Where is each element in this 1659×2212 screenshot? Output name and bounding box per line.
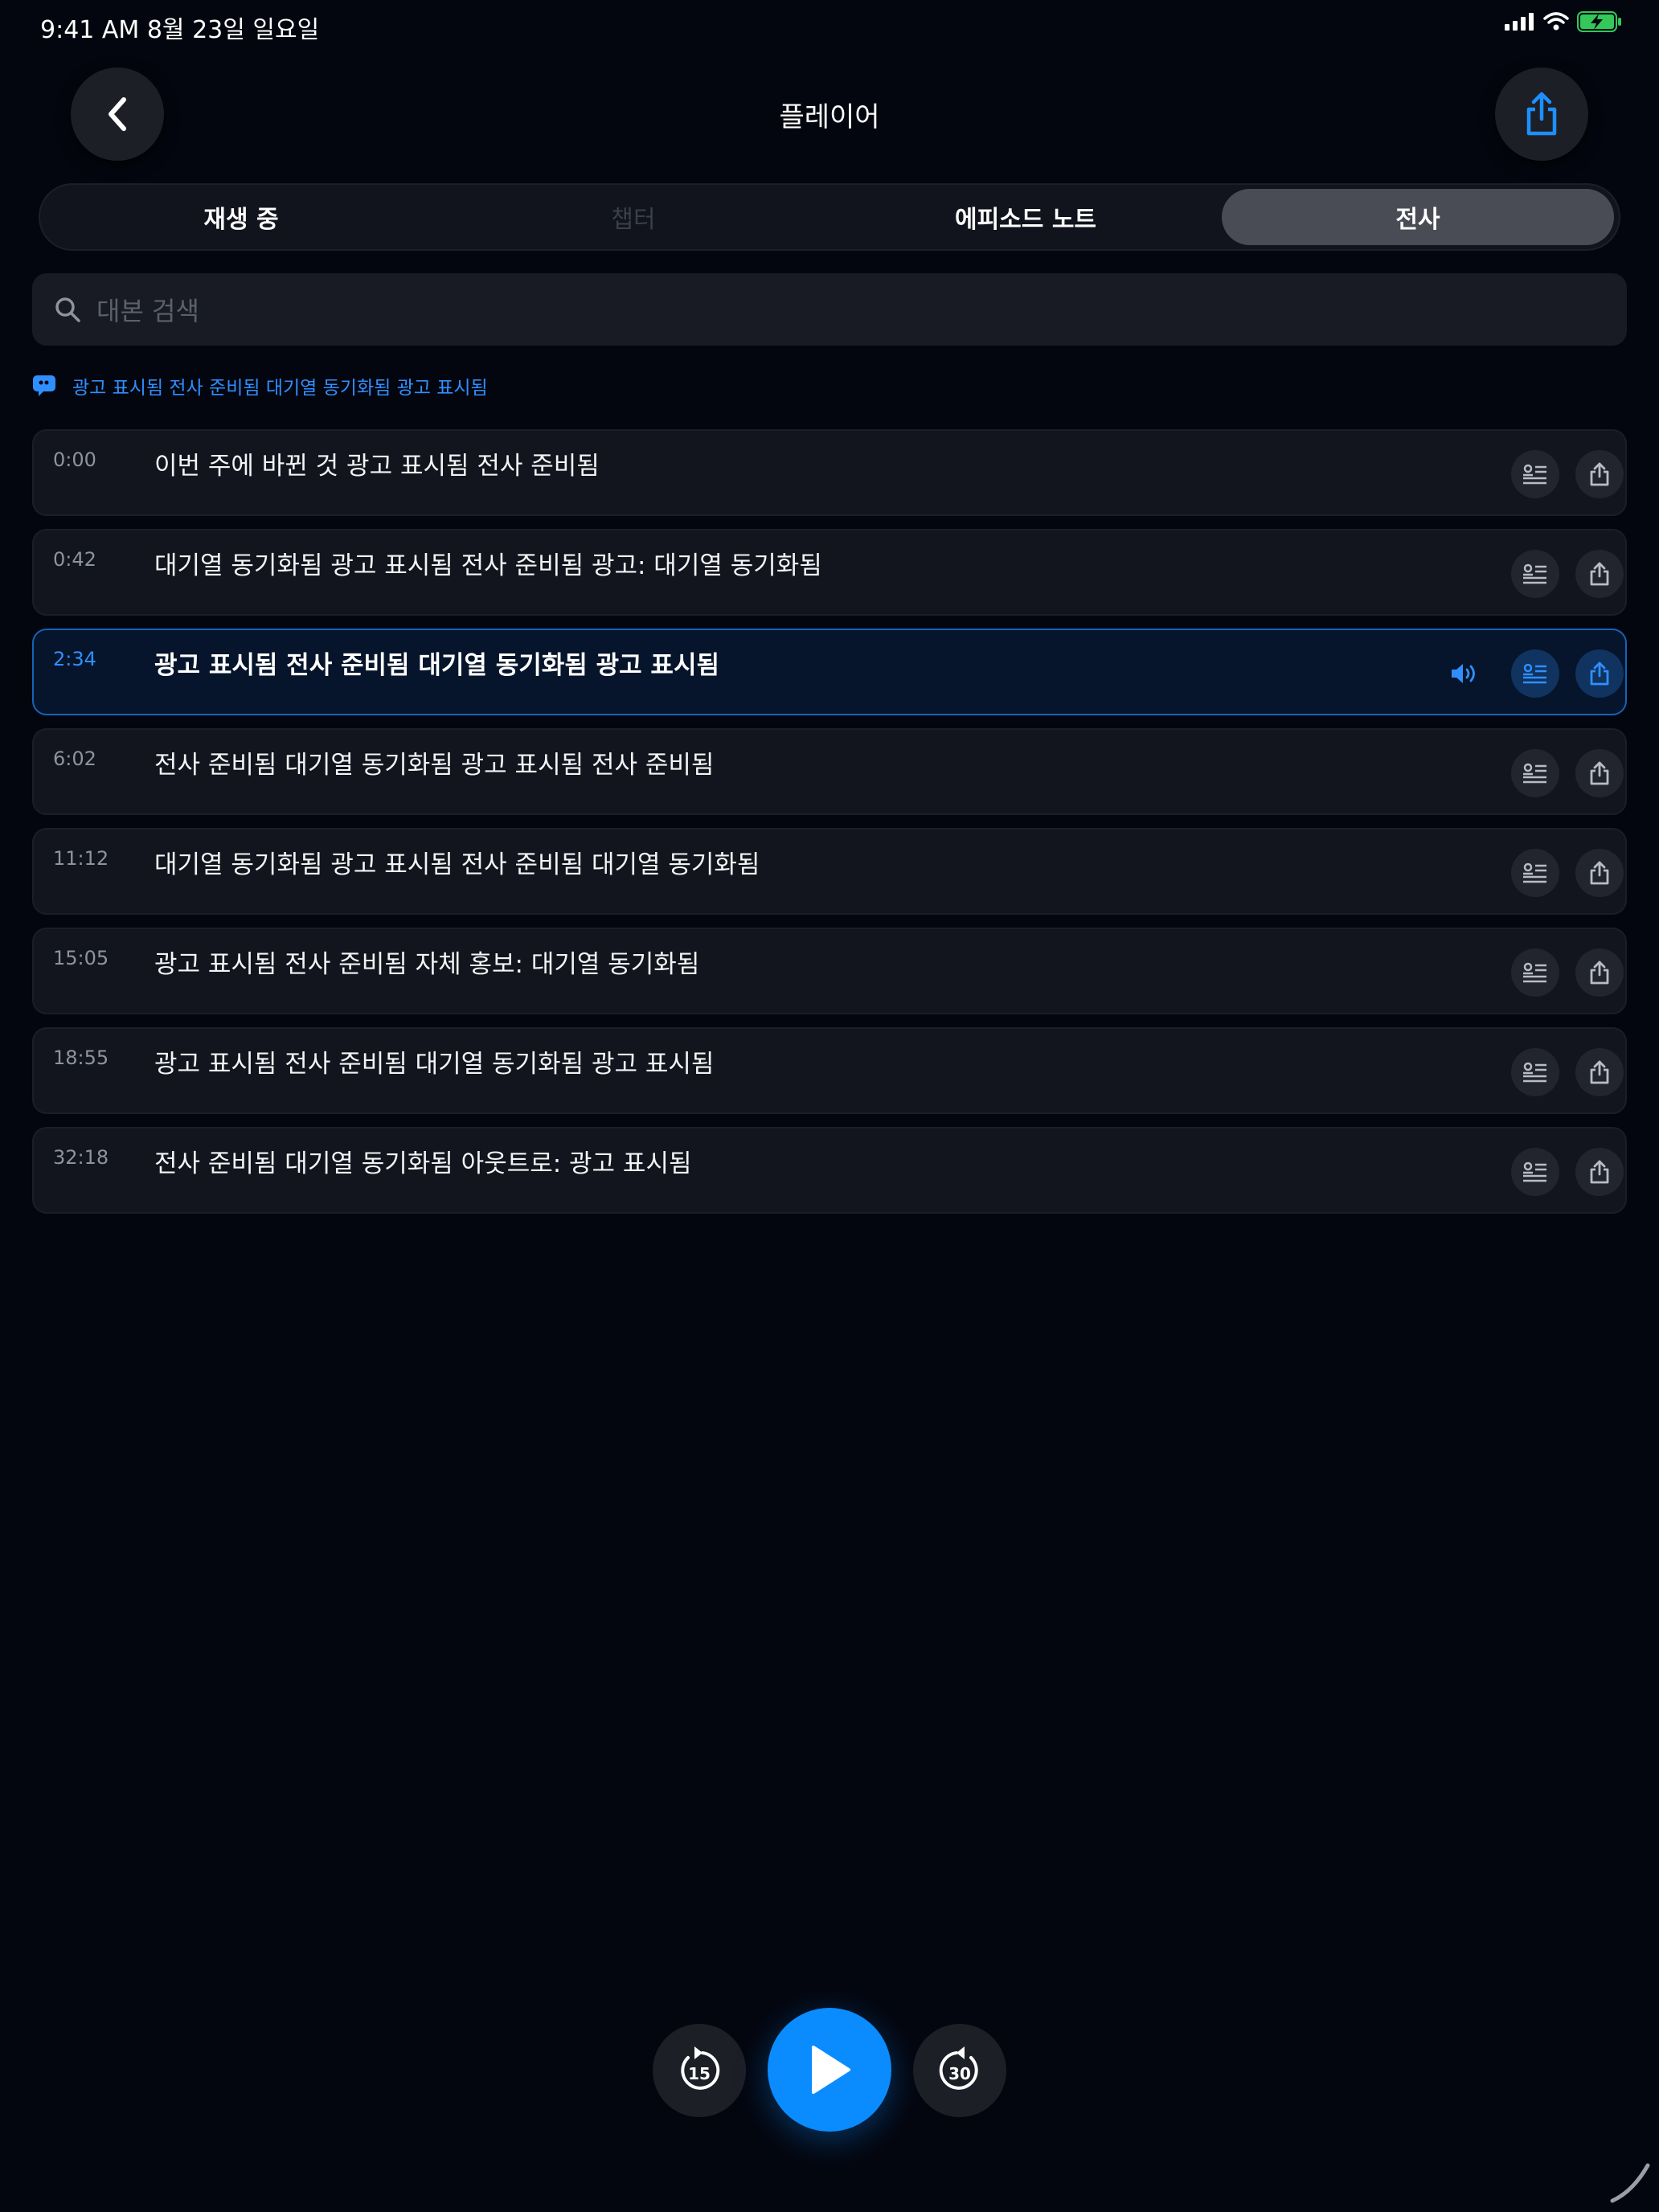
page-title: 플레이어	[779, 101, 880, 133]
segmented-tabs: 재생 중 챕터 에피소드 노트 전사	[39, 183, 1620, 251]
share-icon	[1526, 92, 1557, 136]
play-button[interactable]	[768, 2008, 891, 2132]
tab-chapters[interactable]: 챕터	[437, 189, 830, 245]
corner-indicator-icon	[1610, 2163, 1650, 2203]
share-button[interactable]	[1495, 68, 1588, 161]
row-timestamp: 0:42	[53, 548, 96, 571]
status-bar: 9:41 AM 8월 23일 일요일	[0, 0, 1659, 50]
status-time: 9:41 AM 8월 23일 일요일	[40, 16, 320, 44]
tab-transcript[interactable]: 전사	[1222, 189, 1614, 245]
share-icon	[1590, 562, 1609, 586]
row-timestamp: 2:34	[53, 648, 96, 670]
row-share-button[interactable]	[1575, 849, 1624, 897]
transcript-list: 0:00 이번 주에 바뀐 것 광고 표시됨 전사 준비됨 0:42 대기열 동…	[32, 429, 1627, 1227]
notes-list-icon	[1523, 663, 1546, 684]
transcript-row[interactable]: 0:00 이번 주에 바뀐 것 광고 표시됨 전사 준비됨	[32, 429, 1627, 516]
notes-button[interactable]	[1511, 1148, 1559, 1196]
transcript-search-input[interactable]: 대본 검색	[32, 273, 1627, 346]
row-share-button[interactable]	[1575, 948, 1624, 997]
skip-forward-button[interactable]: 30	[913, 2024, 1006, 2117]
row-share-button[interactable]	[1575, 550, 1624, 598]
transcript-row[interactable]: 0:42 대기열 동기화됨 광고 표시됨 전사 준비됨 광고: 대기열 동기화됨	[32, 529, 1627, 616]
notes-button[interactable]	[1511, 749, 1559, 797]
share-icon	[1590, 1160, 1609, 1184]
row-text: 광고 표시됨 전사 준비됨 대기열 동기화됨 광고 표시됨	[154, 651, 719, 680]
playback-controls: 15 30	[0, 2008, 1659, 2136]
row-text: 광고 표시됨 전사 준비됨 대기열 동기화됨 광고 표시됨	[154, 1050, 715, 1079]
battery-charging-icon	[1577, 11, 1621, 32]
notes-list-icon	[1523, 962, 1546, 983]
status-banner: 광고 표시됨 전사 준비됨 대기열 동기화됨 광고 표시됨	[32, 372, 488, 399]
notes-button[interactable]	[1511, 550, 1559, 598]
share-icon	[1590, 662, 1609, 686]
share-icon	[1590, 961, 1609, 985]
row-text: 대기열 동기화됨 광고 표시됨 전사 준비됨 대기열 동기화됨	[154, 850, 760, 879]
tab-now-playing[interactable]: 재생 중	[45, 189, 437, 245]
row-share-button[interactable]	[1575, 1148, 1624, 1196]
transcript-row-active[interactable]: 2:34 광고 표시됨 전사 준비됨 대기열 동기화됨 광고 표시됨	[32, 629, 1627, 715]
notes-list-icon	[1523, 763, 1546, 784]
notes-list-icon	[1523, 1161, 1546, 1182]
speaker-icon	[1445, 654, 1484, 693]
notes-list-icon	[1523, 464, 1546, 485]
row-share-button[interactable]	[1575, 749, 1624, 797]
cellular-signal-icon	[1505, 13, 1534, 31]
row-text: 대기열 동기화됨 광고 표시됨 전사 준비됨 광고: 대기열 동기화됨	[154, 551, 822, 580]
row-timestamp: 15:05	[53, 947, 109, 969]
notes-list-icon	[1523, 862, 1546, 883]
search-placeholder: 대본 검색	[96, 296, 199, 326]
notes-button[interactable]	[1511, 450, 1559, 498]
transcript-row[interactable]: 18:55 광고 표시됨 전사 준비됨 대기열 동기화됨 광고 표시됨	[32, 1027, 1627, 1114]
row-share-button[interactable]	[1575, 450, 1624, 498]
wifi-icon	[1543, 12, 1569, 31]
status-icons	[1505, 11, 1622, 32]
notes-list-icon	[1523, 1062, 1546, 1083]
row-text: 광고 표시됨 전사 준비됨 자체 홍보: 대기열 동기화됨	[154, 950, 700, 979]
play-icon	[812, 2046, 850, 2094]
row-text: 이번 주에 바뀐 것 광고 표시됨 전사 준비됨	[154, 452, 600, 481]
notes-button[interactable]	[1511, 948, 1559, 997]
share-icon	[1590, 761, 1609, 785]
row-timestamp: 32:18	[53, 1146, 109, 1169]
share-icon	[1590, 462, 1609, 486]
tab-episode-notes[interactable]: 에피소드 노트	[830, 189, 1222, 245]
row-text: 전사 준비됨 대기열 동기화됨 광고 표시됨 전사 준비됨	[154, 751, 715, 780]
skip-back-seconds: 15	[688, 2064, 711, 2083]
row-timestamp: 0:00	[53, 449, 96, 471]
row-share-button[interactable]	[1575, 649, 1624, 698]
search-icon	[55, 297, 80, 322]
row-text: 전사 준비됨 대기열 동기화됨 아웃트로: 광고 표시됨	[154, 1149, 692, 1178]
skip-forward-seconds: 30	[948, 2064, 971, 2083]
transcript-row[interactable]: 32:18 전사 준비됨 대기열 동기화됨 아웃트로: 광고 표시됨	[32, 1127, 1627, 1214]
notes-button[interactable]	[1511, 1048, 1559, 1096]
banner-text: 광고 표시됨 전사 준비됨 대기열 동기화됨 광고 표시됨	[72, 378, 488, 399]
share-icon	[1590, 861, 1609, 885]
transcript-row[interactable]: 6:02 전사 준비됨 대기열 동기화됨 광고 표시됨 전사 준비됨	[32, 728, 1627, 815]
row-share-button[interactable]	[1575, 1048, 1624, 1096]
notes-list-icon	[1523, 563, 1546, 584]
transcript-row[interactable]: 15:05 광고 표시됨 전사 준비됨 자체 홍보: 대기열 동기화됨	[32, 928, 1627, 1014]
row-timestamp: 11:12	[53, 847, 109, 870]
row-timestamp: 18:55	[53, 1047, 109, 1069]
transcript-row[interactable]: 11:12 대기열 동기화됨 광고 표시됨 전사 준비됨 대기열 동기화됨	[32, 828, 1627, 915]
notes-button[interactable]	[1511, 849, 1559, 897]
row-timestamp: 6:02	[53, 748, 96, 770]
skip-back-button[interactable]: 15	[653, 2024, 746, 2117]
quote-bubble-icon	[33, 375, 55, 396]
share-icon	[1590, 1060, 1609, 1084]
notes-button[interactable]	[1511, 649, 1559, 698]
